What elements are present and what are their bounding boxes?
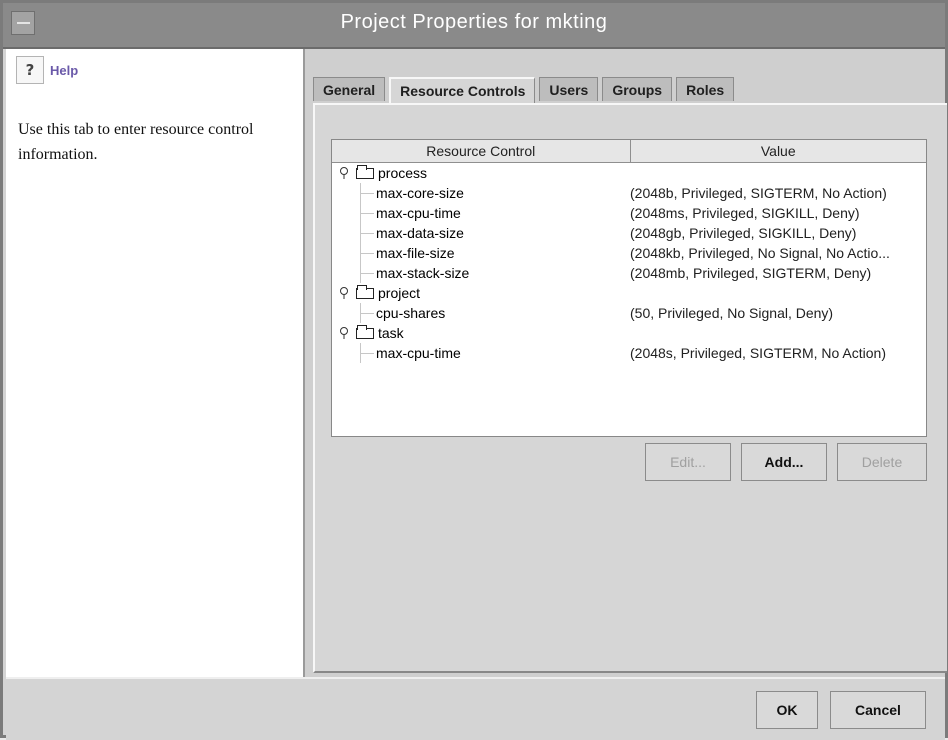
cancel-button[interactable]: Cancel: [830, 691, 926, 729]
table-row[interactable]: process: [332, 163, 926, 183]
dialog-window: Project Properties for mkting ? Help Use…: [0, 0, 948, 740]
dialog-footer: OK Cancel: [6, 677, 945, 740]
tab-strip: General Resource Controls Users Groups R…: [313, 77, 738, 103]
row-name: max-stack-size: [376, 265, 470, 281]
table-row[interactable]: max-data-size (2048gb, Privileged, SIGKI…: [332, 223, 926, 243]
folder-icon: [356, 285, 374, 299]
table-header: Resource Control Value: [332, 140, 926, 163]
table-row[interactable]: cpu-shares (50, Privileged, No Signal, D…: [332, 303, 926, 323]
tree-branch: [360, 353, 374, 354]
table-row[interactable]: max-core-size (2048b, Privileged, SIGTER…: [332, 183, 926, 203]
expander-icon[interactable]: [338, 167, 350, 179]
row-value: (2048mb, Privileged, SIGTERM, Deny): [630, 265, 872, 281]
row-name: max-core-size: [376, 185, 464, 201]
table-row[interactable]: project: [332, 283, 926, 303]
expander-icon[interactable]: [338, 287, 350, 299]
resource-controls-panel: Resource Control Value process max-core-…: [313, 103, 947, 673]
ok-button[interactable]: OK: [756, 691, 818, 729]
add-button[interactable]: Add...: [741, 443, 827, 481]
row-name: task: [378, 325, 404, 341]
tree-branch: [360, 253, 374, 254]
row-value: (50, Privileged, No Signal, Deny): [630, 305, 834, 321]
tab-general[interactable]: General: [313, 77, 386, 101]
row-value: (2048gb, Privileged, SIGKILL, Deny): [630, 225, 857, 241]
row-name: max-data-size: [376, 225, 464, 241]
table-row[interactable]: max-cpu-time (2048s, Privileged, SIGTERM…: [332, 343, 926, 363]
row-name: project: [378, 285, 421, 301]
tree-branch: [360, 313, 374, 314]
row-name: cpu-shares: [376, 305, 446, 321]
row-value: (2048s, Privileged, SIGTERM, No Action): [630, 345, 886, 361]
row-value: (2048kb, Privileged, No Signal, No Actio…: [630, 245, 890, 261]
row-value: (2048b, Privileged, SIGTERM, No Action): [630, 185, 887, 201]
column-header-resource-control[interactable]: Resource Control: [332, 140, 631, 162]
row-name: max-cpu-time: [376, 345, 461, 361]
row-name: max-file-size: [376, 245, 455, 261]
help-header: ? Help: [16, 56, 79, 84]
column-header-value[interactable]: Value: [631, 140, 927, 162]
edit-button[interactable]: Edit...: [645, 443, 731, 481]
tab-resource-controls[interactable]: Resource Controls: [389, 77, 536, 103]
row-value: (2048ms, Privileged, SIGKILL, Deny): [630, 205, 860, 221]
tree-branch: [360, 233, 374, 234]
tree-branch: [360, 273, 374, 274]
table-row[interactable]: max-file-size (2048kb, Privileged, No Si…: [332, 243, 926, 263]
expander-icon[interactable]: [338, 327, 350, 339]
help-pane: ? Help Use this tab to enter resource co…: [6, 49, 305, 677]
folder-icon: [356, 325, 374, 339]
tab-groups[interactable]: Groups: [602, 77, 673, 101]
table-row[interactable]: max-cpu-time (2048ms, Privileged, SIGKIL…: [332, 203, 926, 223]
table-row[interactable]: max-stack-size (2048mb, Privileged, SIGT…: [332, 263, 926, 283]
row-name: process: [378, 165, 428, 181]
help-icon: ?: [16, 56, 44, 84]
title-bar: Project Properties for mkting: [3, 3, 945, 49]
folder-icon: [356, 165, 374, 179]
row-name: max-cpu-time: [376, 205, 461, 221]
tree-branch: [360, 193, 374, 194]
tab-users[interactable]: Users: [539, 77, 599, 101]
help-text: Use this tab to enter resource control i…: [18, 121, 254, 163]
tree-branch: [360, 213, 374, 214]
table-row[interactable]: task: [332, 323, 926, 343]
main-pane: General Resource Controls Users Groups R…: [305, 49, 947, 677]
resource-controls-table: Resource Control Value process max-core-…: [331, 139, 927, 437]
delete-button[interactable]: Delete: [837, 443, 927, 481]
window-title: Project Properties for mkting: [340, 11, 608, 33]
tab-roles[interactable]: Roles: [676, 77, 735, 101]
help-title: Help: [50, 62, 79, 78]
